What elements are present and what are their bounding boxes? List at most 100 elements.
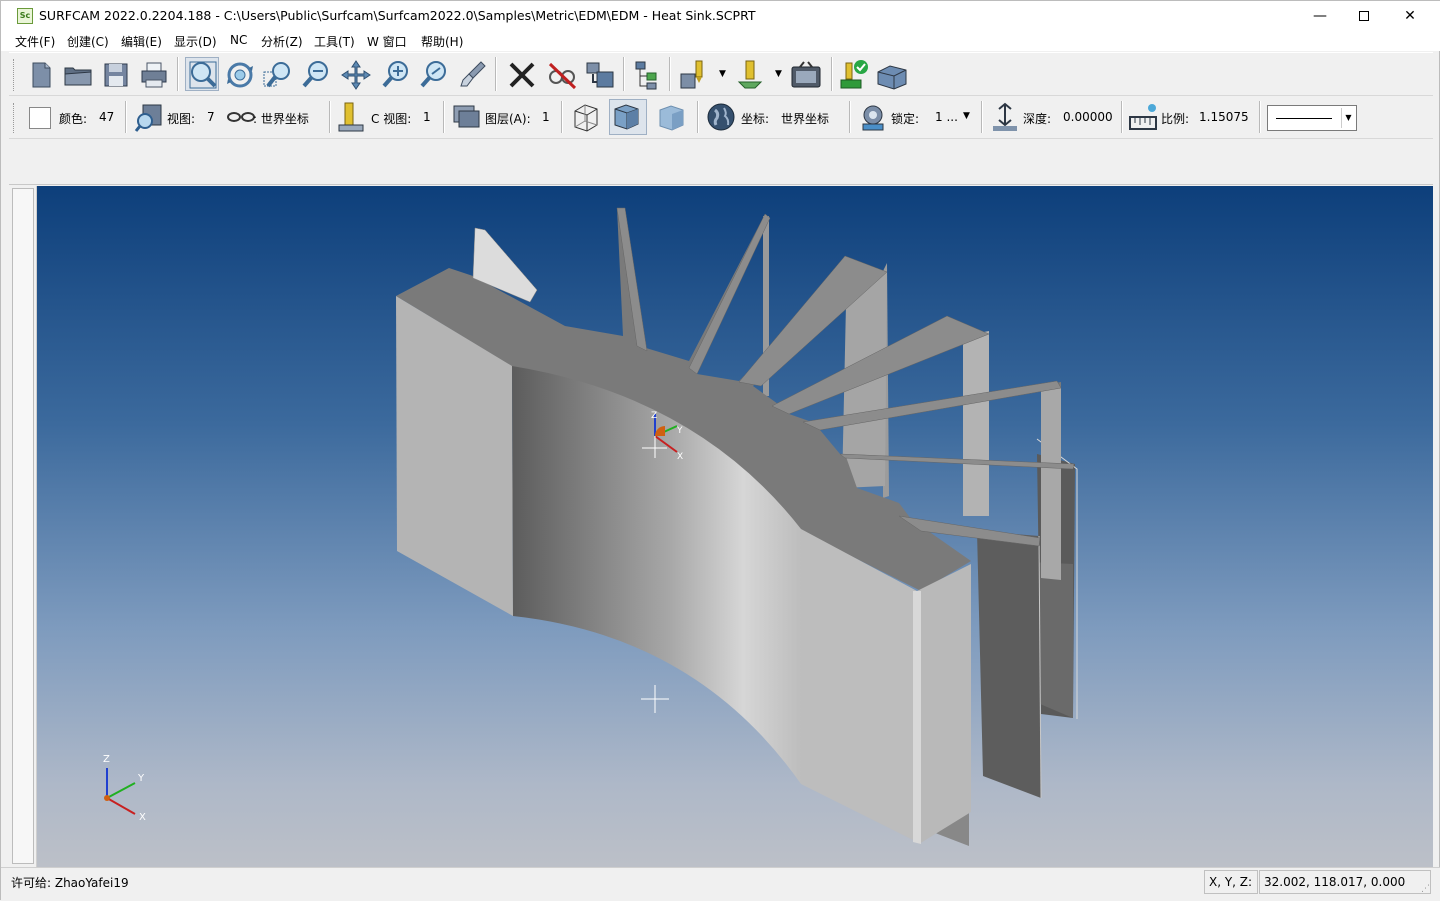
line-style-dropdown[interactable]: ▼ bbox=[1267, 105, 1357, 131]
depth-label: 深度: bbox=[1023, 112, 1052, 126]
menu-analyze[interactable]: 分析(Z) bbox=[261, 33, 303, 50]
cview-label: C 视图: bbox=[371, 112, 412, 126]
scale-label: 比例: bbox=[1161, 112, 1190, 126]
coordinate-globe-icon[interactable] bbox=[705, 101, 737, 133]
zoom-fit-icon[interactable] bbox=[185, 57, 219, 91]
lock-value[interactable]: 1 ... bbox=[935, 110, 958, 124]
left-panel-tab[interactable] bbox=[12, 188, 34, 864]
toolbar-grip[interactable] bbox=[13, 59, 16, 91]
print-icon[interactable] bbox=[137, 58, 171, 92]
coordinate-label: 坐标: bbox=[741, 112, 770, 126]
toolbar-separator bbox=[981, 101, 983, 133]
main-toolbar: ▼ ▼ bbox=[9, 52, 1433, 96]
scale-value[interactable]: 1.15075 bbox=[1199, 110, 1249, 124]
empty-toolbar-area bbox=[9, 139, 1433, 185]
new-file-icon[interactable] bbox=[23, 58, 57, 92]
shaded-edges-view-icon[interactable] bbox=[655, 101, 687, 133]
menu-window[interactable]: W 窗口 bbox=[367, 33, 407, 50]
operations-tree-icon[interactable] bbox=[631, 58, 665, 92]
lathe-tool-icon[interactable] bbox=[733, 58, 767, 92]
title-bar: Sc SURFCAM 2022.0.2204.188 - C:\Users\Pu… bbox=[1, 1, 1440, 31]
view-label: 视图: bbox=[167, 112, 196, 126]
menu-nc[interactable]: NC bbox=[230, 33, 247, 47]
zoom-in-icon[interactable] bbox=[379, 58, 413, 92]
lock-label: 锁定: bbox=[891, 112, 920, 126]
toolbar-separator bbox=[831, 57, 833, 91]
toolbar-separator bbox=[495, 57, 497, 91]
left-panel-strip bbox=[9, 186, 37, 867]
depth-icon[interactable] bbox=[989, 101, 1021, 133]
origin-x-label: X bbox=[677, 452, 684, 462]
zoom-window-icon[interactable] bbox=[261, 58, 295, 92]
open-folder-icon[interactable] bbox=[61, 58, 95, 92]
menu-help[interactable]: 帮助(H) bbox=[421, 33, 463, 50]
toolbar-separator bbox=[177, 57, 179, 91]
mill-tool-icon[interactable] bbox=[677, 58, 711, 92]
toolbar-separator bbox=[443, 101, 445, 133]
shaded-view-icon[interactable] bbox=[609, 99, 647, 135]
pan-icon[interactable] bbox=[339, 58, 373, 92]
simulation-tv-icon[interactable] bbox=[789, 58, 823, 92]
resize-grip-icon[interactable]: ⋰ bbox=[1421, 884, 1430, 894]
toolbar-separator bbox=[329, 101, 331, 133]
properties-toolbar: 颜色: 47 视图: 7 : 世界坐标 C 视图: 1 图层(A): 1 坐标:… bbox=[9, 97, 1433, 139]
coordinate-readout-value: 32.002, 118.017, 0.000 bbox=[1259, 870, 1431, 894]
graphics-viewport[interactable]: Z Y X Z Y X bbox=[37, 186, 1433, 867]
post-process-icon[interactable] bbox=[875, 58, 909, 92]
triad-z-label: Z bbox=[103, 754, 110, 765]
layer-label: 图层(A): bbox=[485, 112, 531, 126]
depth-value[interactable]: 0.00000 bbox=[1063, 110, 1113, 124]
minimize-button[interactable]: — bbox=[1297, 1, 1343, 31]
view-icon[interactable] bbox=[133, 101, 165, 133]
toolbar-grip[interactable] bbox=[13, 103, 16, 133]
toolbar-separator bbox=[849, 101, 851, 133]
lock-dropdown-arrow-icon[interactable]: ▼ bbox=[963, 111, 970, 121]
maximize-button[interactable] bbox=[1341, 1, 1387, 31]
mill-dropdown-arrow-icon[interactable]: ▼ bbox=[719, 69, 726, 79]
repaint-brush-icon[interactable] bbox=[455, 58, 489, 92]
zoom-out-icon[interactable] bbox=[299, 58, 333, 92]
view-value[interactable]: 7 bbox=[207, 110, 215, 124]
origin-z-label: Z bbox=[651, 411, 658, 421]
triad-x-label: X bbox=[139, 812, 146, 823]
blank-hide-icon[interactable] bbox=[545, 58, 579, 92]
toolbar-separator bbox=[669, 57, 671, 91]
toolbar-separator bbox=[623, 57, 625, 91]
line-style-dropdown-arrow-icon[interactable]: ▼ bbox=[1341, 108, 1355, 128]
lock-icon[interactable] bbox=[857, 101, 889, 133]
save-icon[interactable] bbox=[99, 58, 133, 92]
color-swatch[interactable] bbox=[29, 107, 51, 129]
toolbar-separator bbox=[125, 101, 127, 133]
transform-icon[interactable] bbox=[583, 58, 617, 92]
cview-icon[interactable] bbox=[335, 101, 367, 133]
status-bar: 许可给: ZhaoYafei19 X, Y, Z: 32.002, 118.01… bbox=[1, 867, 1440, 901]
corner-post bbox=[917, 564, 971, 844]
menu-display[interactable]: 显示(D) bbox=[174, 33, 217, 50]
origin-y-label: Y bbox=[677, 426, 683, 436]
verify-toolpath-icon[interactable] bbox=[837, 58, 871, 92]
surfcam-window: Sc SURFCAM 2022.0.2204.188 - C:\Users\Pu… bbox=[0, 0, 1440, 901]
rotate-view-icon[interactable] bbox=[223, 58, 257, 92]
menu-create[interactable]: 创建(C) bbox=[67, 33, 109, 50]
coordinate-readout-label: X, Y, Z: bbox=[1204, 870, 1258, 894]
coordinate-value[interactable]: 世界坐标 bbox=[781, 110, 829, 127]
line-style-preview bbox=[1276, 118, 1332, 119]
view-coordinate-system[interactable]: : 世界坐标 bbox=[253, 110, 309, 127]
toolbar-separator bbox=[1121, 101, 1123, 133]
cview-value[interactable]: 1 bbox=[423, 110, 431, 124]
surfcam-app-icon[interactable]: Sc bbox=[17, 8, 33, 24]
menu-edit[interactable]: 编辑(E) bbox=[121, 33, 162, 50]
scale-icon[interactable] bbox=[1127, 101, 1159, 133]
layer-value[interactable]: 1 bbox=[542, 110, 550, 124]
close-button[interactable]: ✕ bbox=[1387, 1, 1433, 31]
wireframe-view-icon[interactable] bbox=[569, 101, 601, 133]
layers-icon[interactable] bbox=[451, 101, 483, 133]
color-value[interactable]: 47 bbox=[99, 110, 114, 124]
menu-file[interactable]: 文件(F) bbox=[15, 33, 55, 50]
toolbar-separator bbox=[697, 101, 699, 133]
toolbar-separator bbox=[561, 101, 563, 133]
delete-icon[interactable] bbox=[505, 58, 539, 92]
zoom-realtime-icon[interactable] bbox=[417, 58, 451, 92]
lathe-dropdown-arrow-icon[interactable]: ▼ bbox=[775, 69, 782, 79]
menu-tools[interactable]: 工具(T) bbox=[314, 33, 355, 50]
